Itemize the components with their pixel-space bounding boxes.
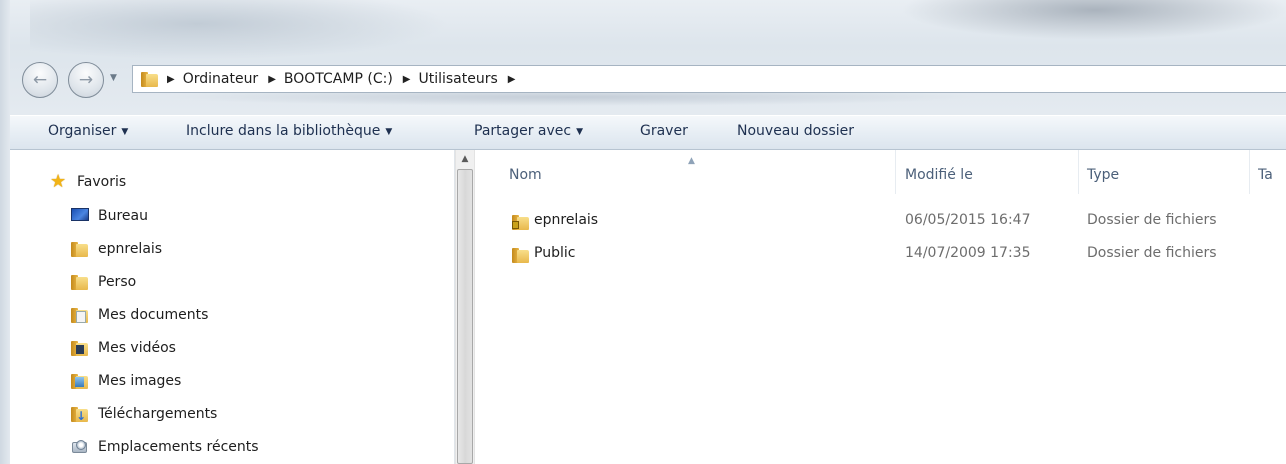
breadcrumb-label: BOOTCAMP (C:) bbox=[283, 71, 393, 87]
column-header-name[interactable]: Nom bbox=[509, 162, 895, 188]
file-modified-date: 14/07/2009 17:35 bbox=[905, 245, 1031, 261]
column-header-label: Ta bbox=[1258, 167, 1273, 183]
file-row[interactable]: Public 14/07/2009 17:35 Dossier de fichi… bbox=[476, 239, 1286, 269]
sidebar-item-perso[interactable]: Perso bbox=[71, 267, 136, 297]
back-arrow-icon: ← bbox=[32, 70, 48, 90]
folder-icon bbox=[71, 274, 89, 290]
organize-menu-button[interactable]: Organiser ▼ bbox=[48, 123, 128, 139]
sidebar-item-epnrelais[interactable]: epnrelais bbox=[71, 234, 162, 264]
sidebar-item-label: Téléchargements bbox=[98, 406, 218, 422]
file-list-pane: Nom ▲ Modifié le Type Ta epnrelais 06/05… bbox=[476, 150, 1286, 464]
breadcrumb-bootcamp[interactable]: BOOTCAMP (C:) ▶ bbox=[284, 71, 419, 87]
breadcrumb-utilisateurs[interactable]: Utilisateurs ▶ bbox=[418, 71, 523, 87]
column-header-label: Nom bbox=[509, 167, 542, 183]
sidebar-item-label: Mes images bbox=[98, 373, 182, 389]
burn-button[interactable]: Graver bbox=[640, 123, 688, 139]
chevron-right-icon: ▶ bbox=[402, 73, 411, 85]
navigation-pane: ★ Favoris Bureau epnrelais Perso Mes doc… bbox=[10, 150, 455, 464]
column-header-label: Type bbox=[1087, 167, 1120, 183]
breadcrumb-label: Ordinateur bbox=[182, 71, 259, 87]
share-with-label: Partager avec bbox=[474, 123, 572, 139]
command-toolbar: Organiser ▼ Inclure dans la bibliothèque ▼… bbox=[10, 115, 1286, 150]
chevron-right-icon: ▶ bbox=[507, 73, 516, 85]
folder-icon bbox=[141, 71, 159, 87]
sidebar-item-label: epnrelais bbox=[98, 241, 163, 257]
sidebar-item-label: Mes documents bbox=[98, 307, 209, 323]
navigation-pane-scrollbar[interactable]: ▲ bbox=[455, 150, 475, 464]
column-divider[interactable] bbox=[1078, 150, 1079, 194]
file-name: Public bbox=[534, 245, 576, 261]
recent-pages-dropdown[interactable]: ▼ bbox=[110, 73, 117, 83]
column-header-label: Modifié le bbox=[905, 167, 973, 183]
sidebar-item-mes-documents[interactable]: Mes documents bbox=[71, 300, 208, 330]
videos-folder-icon bbox=[71, 340, 89, 356]
breadcrumb-root-arrow[interactable]: ▶ bbox=[167, 74, 183, 85]
column-header-size[interactable]: Ta bbox=[1258, 162, 1286, 188]
scrollbar-thumb[interactable] bbox=[457, 169, 473, 464]
scroll-up-button[interactable]: ▲ bbox=[456, 150, 474, 167]
file-name: epnrelais bbox=[534, 212, 599, 228]
column-divider[interactable] bbox=[895, 150, 896, 194]
forward-arrow-icon: → bbox=[78, 70, 94, 90]
forward-button[interactable]: → bbox=[68, 62, 104, 98]
sidebar-item-mes-images[interactable]: Mes images bbox=[71, 366, 181, 396]
burn-label: Graver bbox=[640, 123, 688, 139]
back-button[interactable]: ← bbox=[22, 62, 58, 98]
sidebar-item-label: Emplacements récents bbox=[98, 439, 259, 455]
sidebar-item-bureau[interactable]: Bureau bbox=[71, 201, 148, 231]
file-type: Dossier de fichiers bbox=[1087, 212, 1217, 228]
sidebar-item-label: Perso bbox=[98, 274, 137, 290]
downloads-folder-icon: ↓ bbox=[71, 406, 89, 422]
sidebar-item-favoris[interactable]: ★ Favoris bbox=[50, 167, 126, 197]
address-row: ← → ▼ ▶ Ordinateur ▶ BOOTCAMP (C:) ▶ Uti… bbox=[18, 61, 1286, 101]
sidebar-item-label: Bureau bbox=[98, 208, 148, 224]
sidebar-item-emplacements-recents[interactable]: Emplacements récents bbox=[71, 432, 259, 462]
window-frame-left bbox=[0, 0, 10, 464]
blurred-background bbox=[30, 0, 450, 60]
address-bar[interactable]: ▶ Ordinateur ▶ BOOTCAMP (C:) ▶ Utilisate… bbox=[132, 65, 1286, 93]
new-folder-label: Nouveau dossier bbox=[737, 123, 855, 139]
column-header-type[interactable]: Type bbox=[1087, 162, 1247, 188]
sidebar-item-telechargements[interactable]: ↓ Téléchargements bbox=[71, 399, 217, 429]
chevron-right-icon: ▶ bbox=[167, 73, 175, 85]
breadcrumb-ordinateur[interactable]: Ordinateur ▶ bbox=[183, 71, 284, 87]
include-library-menu-button[interactable]: Inclure dans la bibliothèque ▼ bbox=[186, 123, 392, 139]
desktop-icon bbox=[71, 208, 89, 224]
folder-icon bbox=[71, 241, 89, 257]
sidebar-item-label: Favoris bbox=[77, 174, 127, 190]
breadcrumb-label: Utilisateurs bbox=[418, 71, 498, 87]
file-modified-date: 06/05/2015 16:47 bbox=[905, 212, 1031, 228]
sort-ascending-icon: ▲ bbox=[688, 156, 695, 166]
include-library-label: Inclure dans la bibliothèque bbox=[186, 123, 381, 139]
sidebar-item-label: Mes vidéos bbox=[98, 340, 176, 356]
favorites-star-icon: ★ bbox=[50, 171, 67, 192]
share-with-menu-button[interactable]: Partager avec ▼ bbox=[474, 123, 583, 139]
caret-down-icon: ▼ bbox=[576, 127, 584, 137]
column-header-modified[interactable]: Modifié le bbox=[905, 162, 1075, 188]
caret-down-icon: ▼ bbox=[121, 127, 129, 137]
chevron-right-icon: ▶ bbox=[268, 73, 276, 85]
caret-up-icon: ▲ bbox=[461, 153, 469, 164]
recent-places-icon bbox=[71, 439, 89, 455]
new-folder-button[interactable]: Nouveau dossier bbox=[737, 123, 854, 139]
pictures-folder-icon bbox=[71, 373, 89, 389]
chevron-down-icon: ▼ bbox=[110, 73, 117, 83]
file-type: Dossier de fichiers bbox=[1087, 245, 1217, 261]
sidebar-item-mes-videos[interactable]: Mes vidéos bbox=[71, 333, 176, 363]
caret-down-icon: ▼ bbox=[385, 127, 393, 137]
documents-folder-icon bbox=[71, 307, 89, 323]
blurred-background bbox=[900, 0, 1286, 40]
organize-label: Organiser bbox=[48, 123, 117, 139]
column-divider[interactable] bbox=[1249, 150, 1250, 194]
file-row[interactable]: epnrelais 06/05/2015 16:47 Dossier de fi… bbox=[476, 206, 1286, 236]
